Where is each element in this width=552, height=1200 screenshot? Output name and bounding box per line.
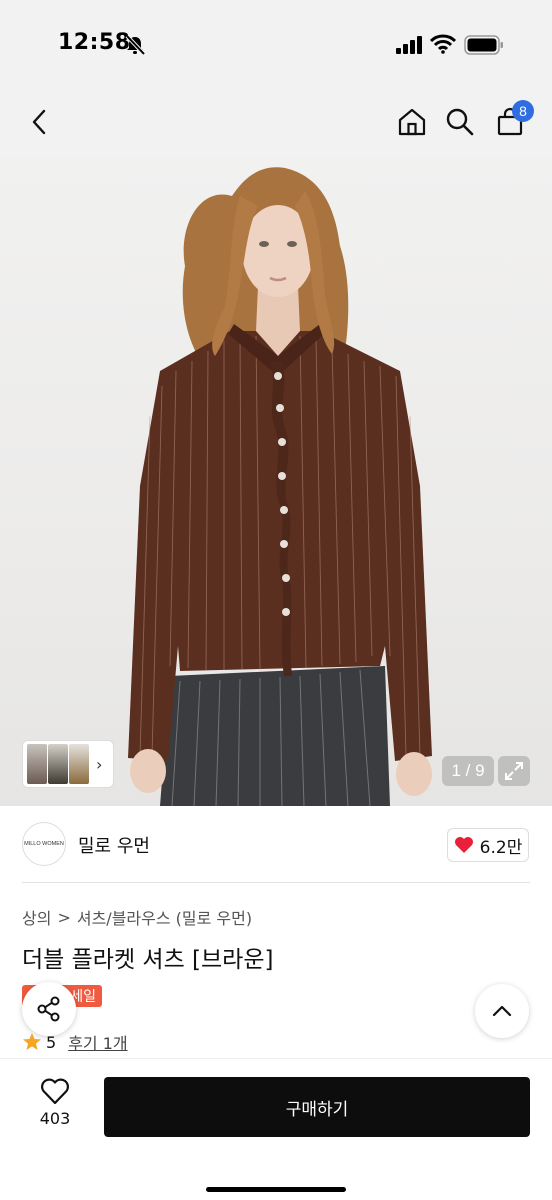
home-indicator: [206, 1187, 346, 1192]
top-nav-bar: 8: [0, 90, 552, 156]
back-button[interactable]: [20, 100, 60, 144]
cellular-signal-icon: [396, 36, 422, 54]
expand-icon: [505, 762, 523, 780]
breadcrumb-subcategory[interactable]: 셔츠/블라우스 (밀로 우먼): [77, 905, 252, 929]
bell-muted-icon: [125, 34, 146, 56]
expand-button[interactable]: [498, 756, 530, 786]
breadcrumb-category[interactable]: 상의: [22, 905, 51, 929]
search-icon: [446, 108, 474, 136]
rating-row: 5 후기 1개: [22, 1030, 128, 1054]
wishlist-button[interactable]: 403: [20, 1077, 90, 1141]
cart-button[interactable]: 8: [490, 100, 534, 144]
rating-value: 5: [46, 1032, 57, 1052]
wifi-icon: [430, 34, 456, 54]
brand-logo[interactable]: MILLO WOMEN: [22, 822, 66, 866]
thumbnail-strip[interactable]: ›: [22, 740, 114, 788]
bottom-action-bar: 403 구매하기: [0, 1058, 552, 1200]
thumbnail[interactable]: [27, 744, 47, 784]
home-icon: [398, 108, 426, 136]
status-bar: 12:58: [0, 0, 552, 90]
cart-count-badge: 8: [512, 100, 534, 122]
home-button[interactable]: [392, 100, 432, 144]
chevron-left-icon: [32, 109, 46, 135]
battery-icon: [464, 35, 503, 55]
breadcrumb: 상의 > 셔츠/블라우스 (밀로 우먼): [22, 905, 252, 929]
product-photo: [128, 167, 432, 806]
brand-row[interactable]: MILLO WOMEN 밀로 우먼 6.2만: [0, 806, 552, 882]
brand-like-count: 6.2만: [479, 837, 523, 858]
heart-filled-icon: [454, 837, 473, 853]
share-button[interactable]: [22, 982, 76, 1036]
review-link[interactable]: 후기 1개: [68, 1030, 127, 1054]
search-button[interactable]: [440, 100, 480, 144]
product-image-carousel[interactable]: › 1 / 9: [0, 156, 552, 806]
thumbnail[interactable]: [48, 744, 68, 784]
wishlist-count: 403: [39, 1109, 71, 1128]
thumbnail[interactable]: [69, 744, 89, 784]
product-title: 더블 플라켓 셔츠 [브라운]: [22, 947, 274, 973]
image-counter: 1 / 9: [442, 756, 494, 786]
brand-name[interactable]: 밀로 우먼: [78, 832, 150, 858]
chevron-up-icon: [492, 1005, 512, 1017]
star-icon: [23, 1033, 41, 1050]
breadcrumb-separator: >: [57, 907, 71, 927]
chevron-right-icon: ›: [96, 754, 103, 774]
divider: [22, 882, 530, 883]
status-time: 12:58: [58, 30, 131, 55]
scroll-top-button[interactable]: [475, 984, 529, 1038]
share-icon: [37, 996, 60, 1022]
heart-outline-icon: [41, 1078, 69, 1105]
brand-like-button[interactable]: 6.2만: [447, 828, 529, 862]
buy-button[interactable]: 구매하기: [104, 1077, 530, 1137]
